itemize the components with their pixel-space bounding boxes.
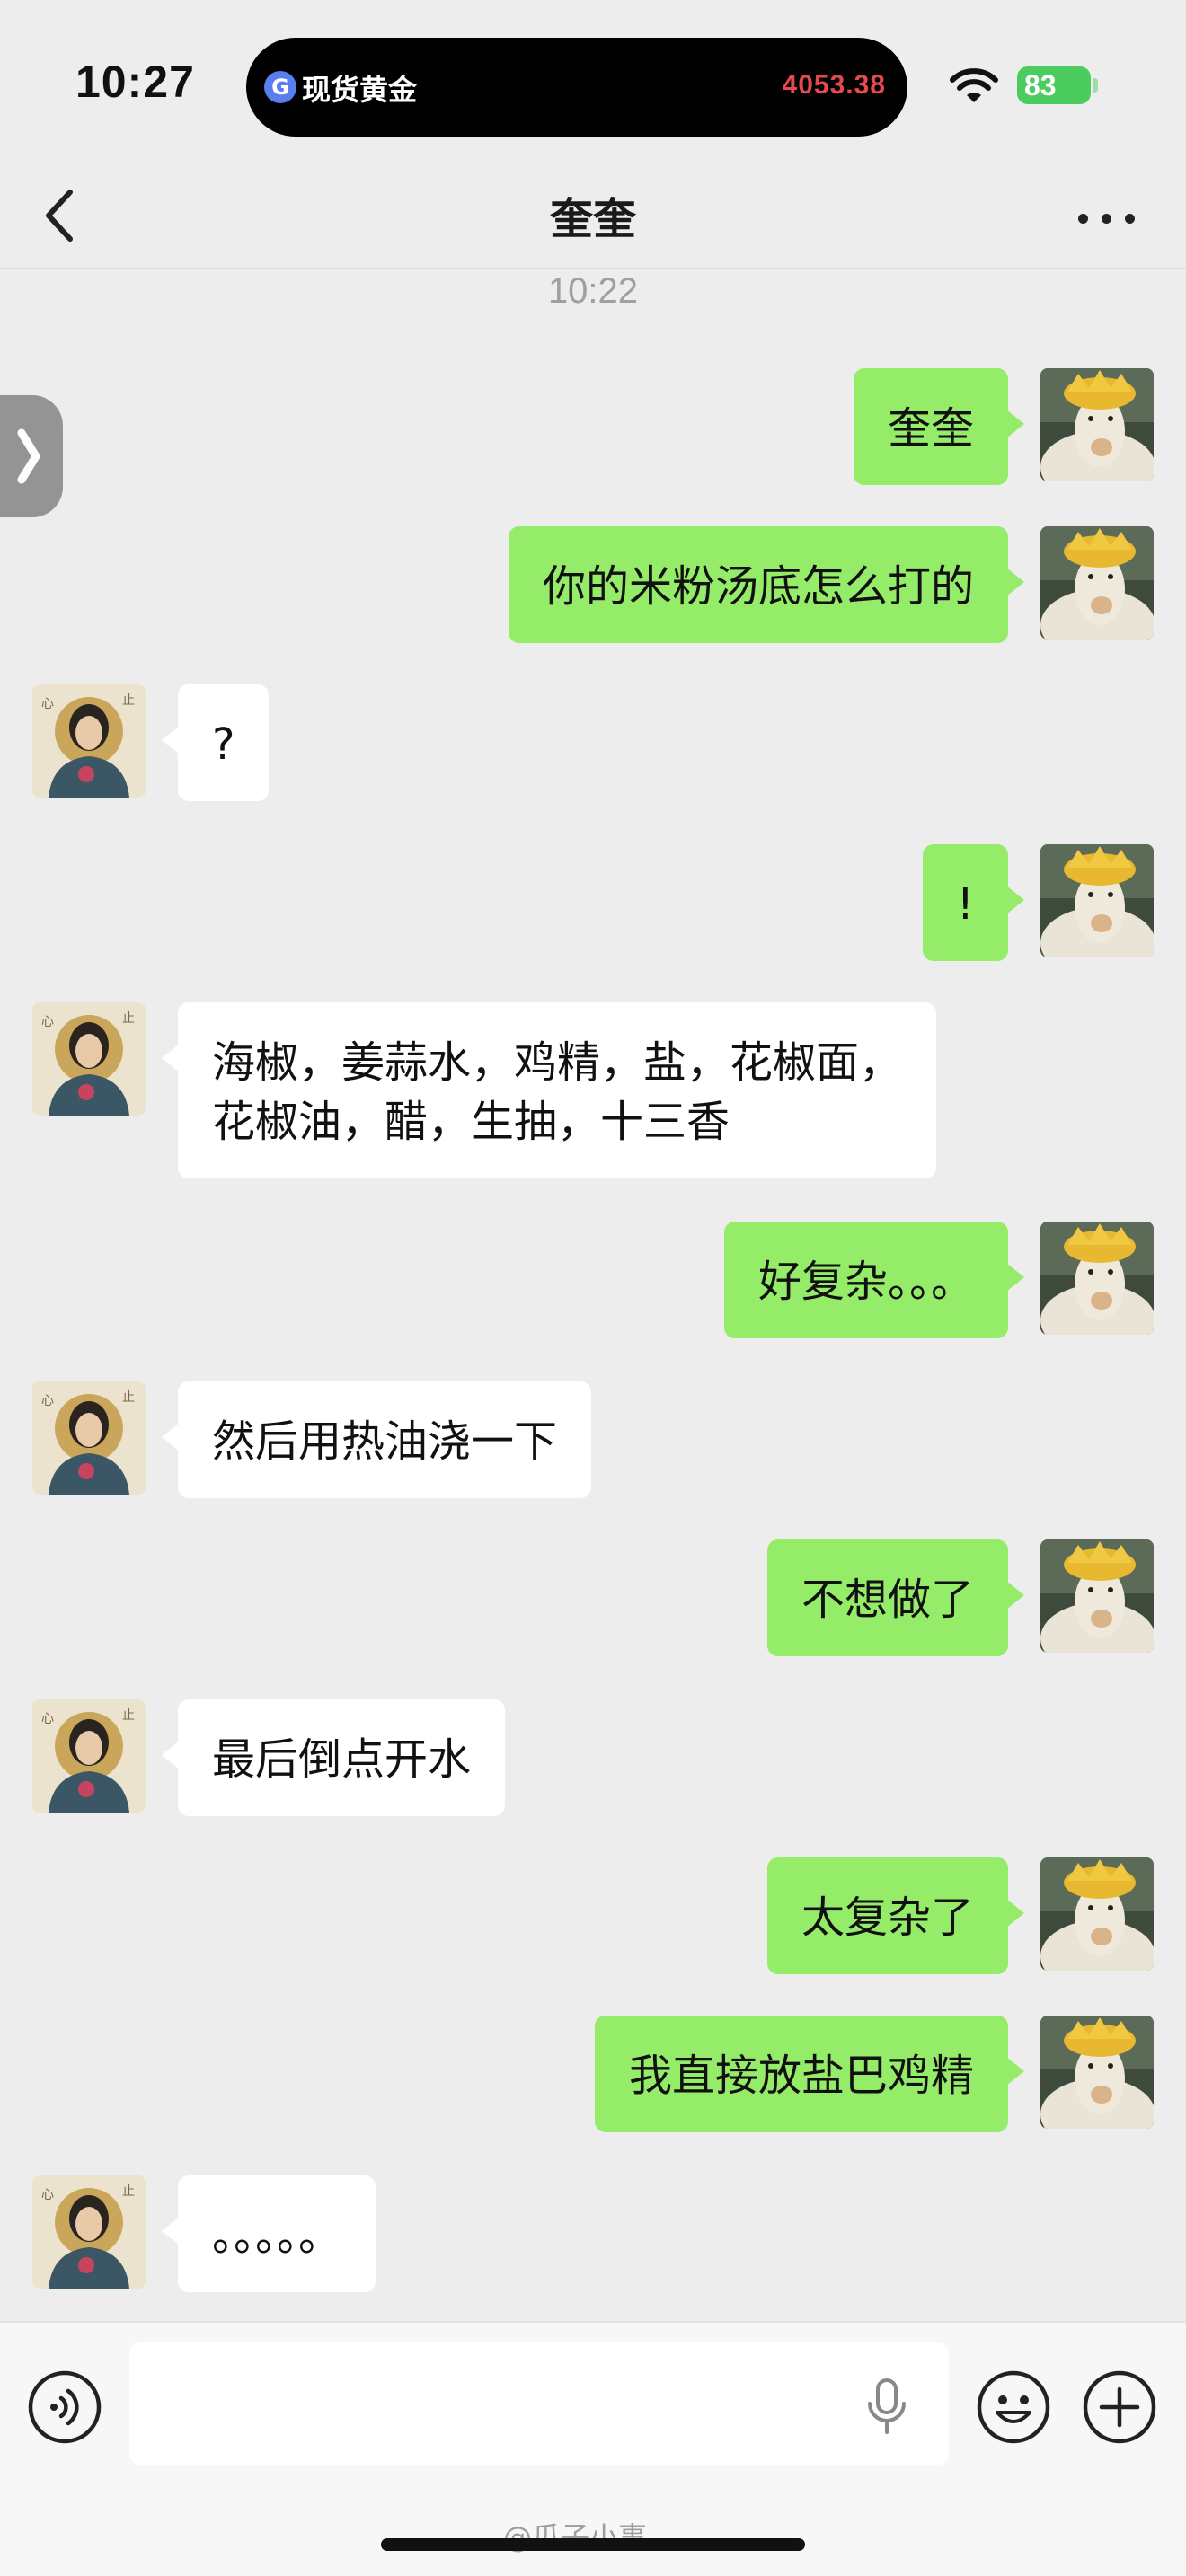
microphone-icon[interactable] bbox=[864, 2377, 909, 2436]
status-time: 10:27 bbox=[75, 57, 195, 107]
chat-title: 奎奎 bbox=[549, 194, 636, 244]
message-bubble[interactable]: 太复杂了 bbox=[766, 1857, 1025, 1974]
message-input[interactable] bbox=[129, 2342, 949, 2465]
voice-icon[interactable] bbox=[27, 2369, 102, 2445]
svg-text:心: 心 bbox=[41, 697, 54, 711]
message-bubble[interactable]: 好复杂。。。 bbox=[723, 1222, 1025, 1338]
plus-icon[interactable] bbox=[1082, 2369, 1157, 2445]
contact-avatar[interactable]: 止 心 bbox=[32, 1002, 146, 1116]
svg-text:心: 心 bbox=[41, 2188, 54, 2202]
my-avatar[interactable] bbox=[1040, 1539, 1154, 1653]
svg-text:止: 止 bbox=[122, 1011, 135, 1026]
message-bubble[interactable]: 你的米粉汤底怎么打的 bbox=[508, 526, 1025, 643]
home-indicator[interactable] bbox=[381, 2538, 805, 2551]
message-bubble[interactable]: 最后倒点开水 bbox=[161, 1699, 506, 1816]
my-avatar[interactable] bbox=[1040, 844, 1154, 957]
svg-text:心: 心 bbox=[41, 1394, 54, 1408]
message-bubble[interactable]: 不想做了 bbox=[766, 1539, 1025, 1656]
contact-avatar[interactable]: 止 心 bbox=[32, 684, 146, 798]
message-bubble[interactable]: 奎奎 bbox=[853, 368, 1025, 485]
svg-text:止: 止 bbox=[122, 2184, 135, 2199]
my-avatar[interactable] bbox=[1040, 1222, 1154, 1335]
svg-text:止: 止 bbox=[122, 1390, 135, 1405]
message-bubble[interactable]: 然后用热油浇一下 bbox=[161, 1381, 592, 1498]
message-bubble[interactable]: ? bbox=[161, 684, 270, 801]
contact-avatar[interactable]: 止 心 bbox=[32, 1381, 146, 1495]
svg-text:止: 止 bbox=[122, 1708, 135, 1723]
message-timestamp: 10:22 bbox=[547, 271, 639, 311]
island-label: 现货黄金 bbox=[302, 73, 418, 107]
status-bar: 10:27 G 现货黄金 4053.38 83 bbox=[0, 0, 1186, 162]
my-avatar[interactable] bbox=[1040, 1857, 1154, 1971]
chat-header: 奎奎 bbox=[0, 162, 1186, 269]
contact-avatar[interactable]: 止 心 bbox=[32, 2175, 146, 2289]
svg-text:心: 心 bbox=[41, 1712, 54, 1726]
more-icon[interactable] bbox=[1075, 181, 1139, 253]
message-bubble[interactable]: 。。。。。 bbox=[161, 2175, 376, 2292]
emoji-icon[interactable] bbox=[976, 2369, 1051, 2445]
svg-text:心: 心 bbox=[41, 1015, 54, 1029]
message-bubble[interactable]: 海椒，姜蒜水，鸡精，盐，花椒面， 花椒油，醋，生抽，十三香 bbox=[161, 1002, 937, 1178]
dynamic-island[interactable]: G 现货黄金 4053.38 bbox=[246, 38, 907, 137]
island-value: 4053.38 bbox=[782, 70, 886, 100]
battery-cap bbox=[1093, 78, 1098, 93]
message-bubble[interactable]: 我直接放盐巴鸡精 bbox=[594, 2016, 1025, 2132]
wifi-icon bbox=[950, 68, 998, 102]
battery-indicator: 83 bbox=[1017, 66, 1091, 104]
floating-side-tab[interactable] bbox=[0, 395, 63, 517]
my-avatar[interactable] bbox=[1040, 2016, 1154, 2129]
my-avatar[interactable] bbox=[1040, 368, 1154, 481]
my-avatar[interactable] bbox=[1040, 526, 1154, 640]
chevron-right-icon bbox=[17, 428, 40, 484]
message-bubble[interactable]: ! bbox=[922, 844, 1025, 961]
gold-app-icon: G bbox=[264, 71, 296, 103]
svg-text:止: 止 bbox=[122, 693, 135, 708]
contact-avatar[interactable]: 止 心 bbox=[32, 1699, 146, 1813]
